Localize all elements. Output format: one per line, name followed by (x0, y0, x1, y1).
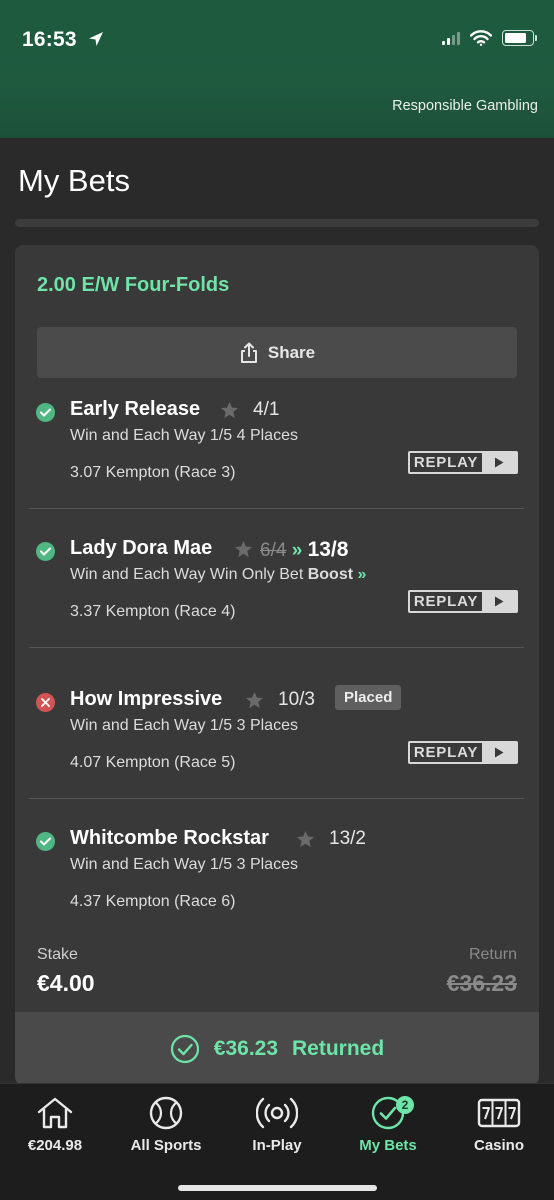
live-broadcast-icon (256, 1097, 298, 1129)
stake-value: €4.00 (37, 970, 95, 996)
replay-button[interactable]: REPLAY (408, 590, 518, 613)
selection-event: 3.37 Kempton (Race 4) (70, 603, 236, 620)
status-time: 16:53 (22, 28, 77, 51)
return-label: Return (468, 946, 517, 963)
selection-odds-group: 6/4 » 13/8 (260, 538, 348, 562)
location-arrow-icon (89, 32, 103, 46)
status-icons (442, 30, 537, 46)
nav-item-label: My Bets (359, 1137, 417, 1154)
selection-event: 3.07 Kempton (Race 3) (70, 464, 236, 481)
top-header: 16:53 Responsible Gambling (0, 0, 554, 138)
home-indicator (178, 1185, 377, 1191)
nav-item-account[interactable]: €204.98 (0, 1092, 110, 1154)
selection-market-group: Win and Each Way Win Only Bet Boost » (70, 566, 366, 584)
tennis-ball-icon (149, 1096, 183, 1130)
selection-odds: 10/3 (278, 689, 315, 710)
lost-cross-icon (36, 693, 55, 712)
bottom-nav: €204.98 All Sports In-Play 2 My Bets Cas… (0, 1083, 554, 1200)
boost-arrows-icon: » (291, 540, 303, 561)
boosted-odds: 13/8 (307, 538, 349, 561)
play-icon (482, 592, 516, 611)
won-check-icon (36, 403, 55, 422)
returned-amount: €36.23 (213, 1036, 279, 1060)
slot-machine-icon (477, 1098, 521, 1128)
replay-button[interactable]: REPLAY (408, 741, 518, 764)
won-check-icon (36, 832, 55, 851)
placed-badge: Placed (335, 685, 402, 710)
share-icon (240, 342, 257, 363)
selection-market: Win and Each Way Win Only Bet (70, 566, 304, 583)
check-circle-icon (170, 1034, 199, 1063)
boost-label: Boost (307, 566, 354, 583)
nav-item-label: All Sports (130, 1137, 202, 1154)
home-icon (37, 1097, 73, 1129)
divider (29, 508, 524, 509)
divider (29, 798, 524, 799)
stake-label: Stake (37, 946, 78, 963)
selection-market: Win and Each Way 1/5 4 Places (70, 427, 298, 444)
selection-odds: 4/1 (253, 399, 280, 420)
return-value: €36.23 (446, 970, 517, 996)
play-icon (482, 743, 516, 762)
boost-arrows-icon: » (357, 566, 367, 583)
nav-item-label: In-Play (252, 1137, 302, 1154)
share-label: Share (267, 342, 316, 362)
star-icon[interactable] (220, 401, 239, 420)
nav-item-label: Casino (473, 1137, 524, 1154)
share-button[interactable]: Share (37, 327, 517, 378)
responsible-gambling-link[interactable]: Responsible Gambling (392, 98, 538, 114)
bet-type: 2.00 E/W Four-Folds (37, 274, 230, 296)
selection-odds: 13/2 (329, 828, 366, 849)
replay-label: REPLAY (413, 593, 479, 610)
replay-label: REPLAY (413, 454, 479, 471)
star-icon[interactable] (245, 691, 264, 710)
nav-item-casino[interactable]: Casino (444, 1092, 554, 1154)
cellular-signal-icon (442, 31, 460, 45)
selection-event: 4.37 Kempton (Race 6) (70, 893, 236, 910)
play-icon (482, 453, 516, 472)
selection-name: Whitcombe Rockstar (70, 827, 269, 849)
bets-count-badge: 2 (396, 1096, 414, 1114)
selection-event: 4.07 Kempton (Race 5) (70, 754, 236, 771)
selection-name: How Impressive (70, 688, 223, 710)
selection-market: Win and Each Way 1/5 3 Places (70, 856, 298, 873)
replay-button[interactable]: REPLAY (408, 451, 518, 474)
was-odds: 6/4 (260, 540, 287, 561)
wifi-icon (470, 30, 492, 46)
bet-card: 2.00 E/W Four-Folds Share Early Release … (15, 245, 539, 1085)
returned-banner: €36.23 Returned (15, 1012, 539, 1085)
selection-name: Lady Dora Mae (70, 537, 213, 559)
nav-item-label: €204.98 (27, 1137, 83, 1154)
selection-market: Win and Each Way 1/5 3 Places (70, 717, 298, 734)
nav-item-in-play[interactable]: In-Play (222, 1092, 332, 1154)
returned-label: Returned (292, 1036, 385, 1060)
divider (29, 647, 524, 648)
star-icon[interactable] (234, 540, 253, 559)
nav-item-all-sports[interactable]: All Sports (111, 1092, 221, 1154)
star-icon[interactable] (296, 830, 315, 849)
title-divider (15, 219, 539, 227)
battery-icon (502, 30, 537, 46)
won-check-icon (36, 542, 55, 561)
page-title: My Bets (18, 163, 130, 198)
nav-item-my-bets[interactable]: 2 My Bets (333, 1092, 443, 1154)
selection-name: Early Release (70, 398, 201, 420)
replay-label: REPLAY (413, 744, 479, 761)
